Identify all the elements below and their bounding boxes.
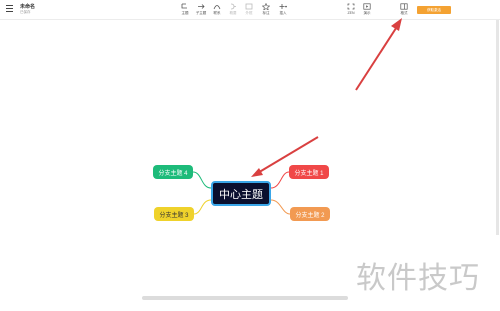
presentation-icon bbox=[363, 3, 371, 10]
branch-topic-1[interactable]: 分支主题 1 bbox=[289, 165, 329, 179]
topic-label: 主题 bbox=[181, 11, 189, 15]
subtopic-button[interactable]: 子主题 bbox=[193, 3, 209, 17]
zen-label: ZEN bbox=[347, 11, 355, 15]
branch-topic-4[interactable]: 分支主题 4 bbox=[153, 165, 193, 179]
present-button[interactable]: 演示 bbox=[359, 3, 375, 17]
format-button[interactable]: 格式 bbox=[396, 3, 412, 17]
central-topic[interactable]: 中心主题 bbox=[211, 181, 271, 206]
menu-icon[interactable] bbox=[6, 5, 13, 13]
horizontal-scrollbar[interactable] bbox=[142, 296, 348, 300]
summary-label: 概要 bbox=[229, 11, 237, 15]
frame-icon bbox=[245, 3, 253, 10]
insert-button[interactable]: 插入 bbox=[275, 3, 291, 17]
format-label: 格式 bbox=[400, 11, 408, 15]
fullscreen-icon bbox=[347, 3, 355, 10]
marker-button[interactable]: 标注 bbox=[258, 3, 274, 17]
toolbar: 未命名 已保存 主题 子主题 联系 概要 外框 标注 插入 ZEN 演示 格式 … bbox=[0, 0, 500, 20]
document-status: 已保存 bbox=[20, 10, 31, 14]
branch-topic-3[interactable]: 分支主题 3 bbox=[154, 207, 194, 221]
summary-icon bbox=[230, 3, 236, 10]
frame-label: 外框 bbox=[245, 11, 253, 15]
summary-button[interactable]: 概要 bbox=[225, 3, 241, 17]
vertical-scrollbar[interactable] bbox=[496, 20, 499, 235]
upgrade-button[interactable]: 获取激活 bbox=[417, 6, 451, 14]
branch-topic-2[interactable]: 分支主题 2 bbox=[290, 207, 330, 221]
zen-button[interactable]: ZEN bbox=[343, 3, 359, 17]
plus-icon bbox=[279, 4, 287, 9]
relation-button[interactable]: 联系 bbox=[209, 3, 225, 17]
frame-button[interactable]: 外框 bbox=[241, 3, 257, 17]
star-icon bbox=[262, 3, 270, 10]
relation-curve-icon bbox=[213, 5, 221, 10]
subtopic-label: 子主题 bbox=[195, 11, 207, 15]
panel-icon bbox=[400, 3, 408, 10]
document-title[interactable]: 未命名 bbox=[20, 3, 35, 10]
watermark-text: 软件技巧 bbox=[356, 261, 480, 296]
child-topic-icon bbox=[198, 4, 205, 9]
insert-label: 插入 bbox=[279, 11, 287, 15]
marker-label: 标注 bbox=[262, 11, 270, 15]
subtopic-icon bbox=[181, 3, 187, 9]
relation-label: 联系 bbox=[213, 11, 221, 15]
present-label: 演示 bbox=[363, 11, 371, 15]
topic-button[interactable]: 主题 bbox=[177, 3, 193, 17]
